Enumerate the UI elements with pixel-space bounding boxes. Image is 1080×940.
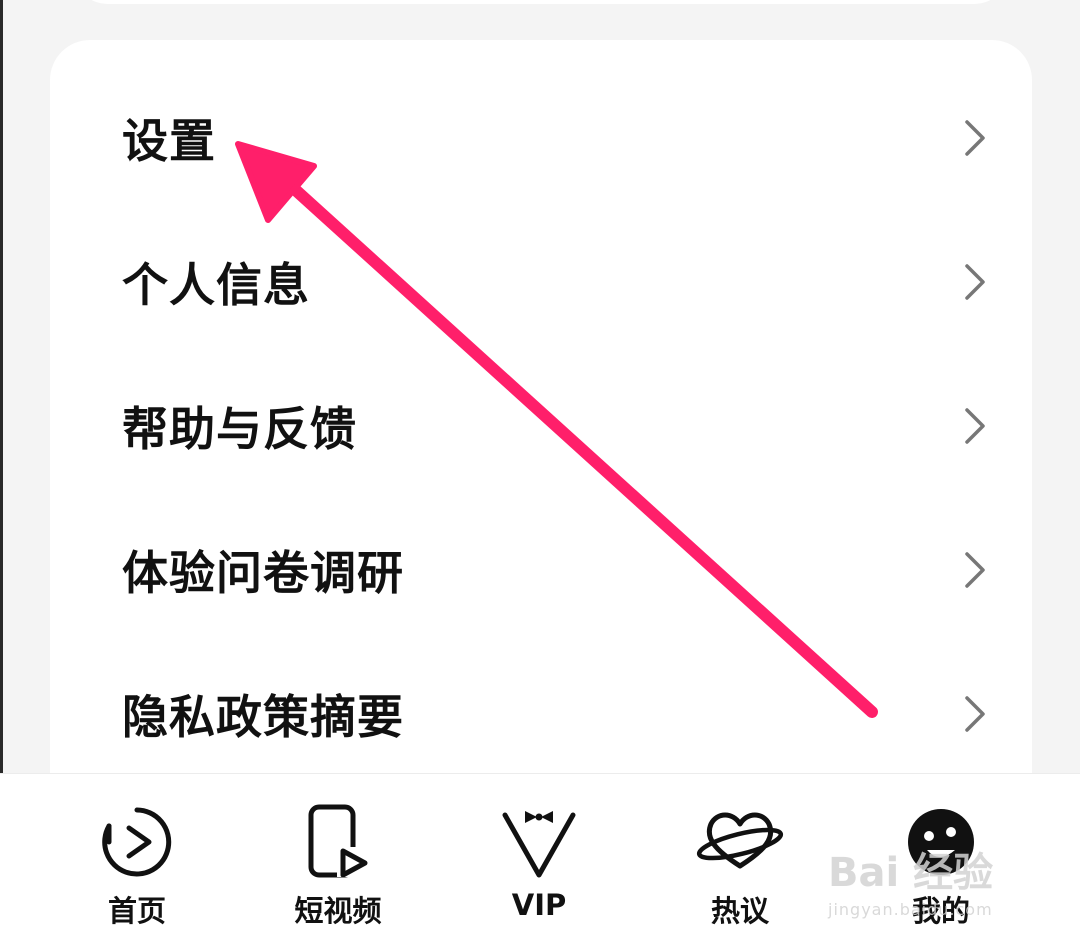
top-card-fragment: [72, 0, 1010, 4]
tab-vip[interactable]: VIP: [459, 774, 619, 940]
chevron-right-icon: [962, 118, 988, 158]
menu-card: 设置 个人信息 帮助与反馈 体验问卷调研 隐私政策摘要: [50, 40, 1032, 820]
menu-item-privacy-summary[interactable]: 隐私政策摘要: [50, 642, 1032, 786]
menu-item-label: 帮助与反馈: [122, 402, 357, 456]
tab-short-video[interactable]: 短视频: [258, 774, 418, 940]
bottom-tab-bar: 首页 短视频 VIP 热议 我的: [0, 773, 1080, 940]
tab-label: 热议: [710, 894, 769, 928]
avatar-icon: [905, 802, 977, 882]
tab-profile[interactable]: 我的: [861, 774, 1021, 940]
chevron-right-icon: [962, 406, 988, 446]
chevron-right-icon: [962, 694, 988, 734]
tab-label: 短视频: [294, 894, 382, 928]
menu-item-label: 隐私政策摘要: [122, 690, 404, 744]
tab-label: VIP: [511, 888, 567, 922]
menu-item-personal-info[interactable]: 个人信息: [50, 210, 1032, 354]
tab-label: 我的: [911, 894, 970, 928]
tab-hot-discussion[interactable]: 热议: [660, 774, 820, 940]
menu-item-label: 体验问卷调研: [122, 546, 404, 600]
chevron-right-icon: [962, 262, 988, 302]
tab-home[interactable]: 首页: [57, 774, 217, 940]
heart-planet-icon: [695, 802, 785, 882]
menu-item-label: 设置: [122, 114, 216, 168]
menu-item-help-feedback[interactable]: 帮助与反馈: [50, 354, 1032, 498]
menu-item-settings[interactable]: 设置: [50, 66, 1032, 210]
menu-item-survey[interactable]: 体验问卷调研: [50, 498, 1032, 642]
play-circle-icon: [99, 802, 175, 882]
chevron-right-icon: [962, 550, 988, 590]
menu-item-label: 个人信息: [122, 258, 310, 312]
tab-label: 首页: [107, 894, 166, 928]
vip-bowtie-icon: [499, 802, 579, 882]
phone-play-icon: [303, 802, 373, 882]
